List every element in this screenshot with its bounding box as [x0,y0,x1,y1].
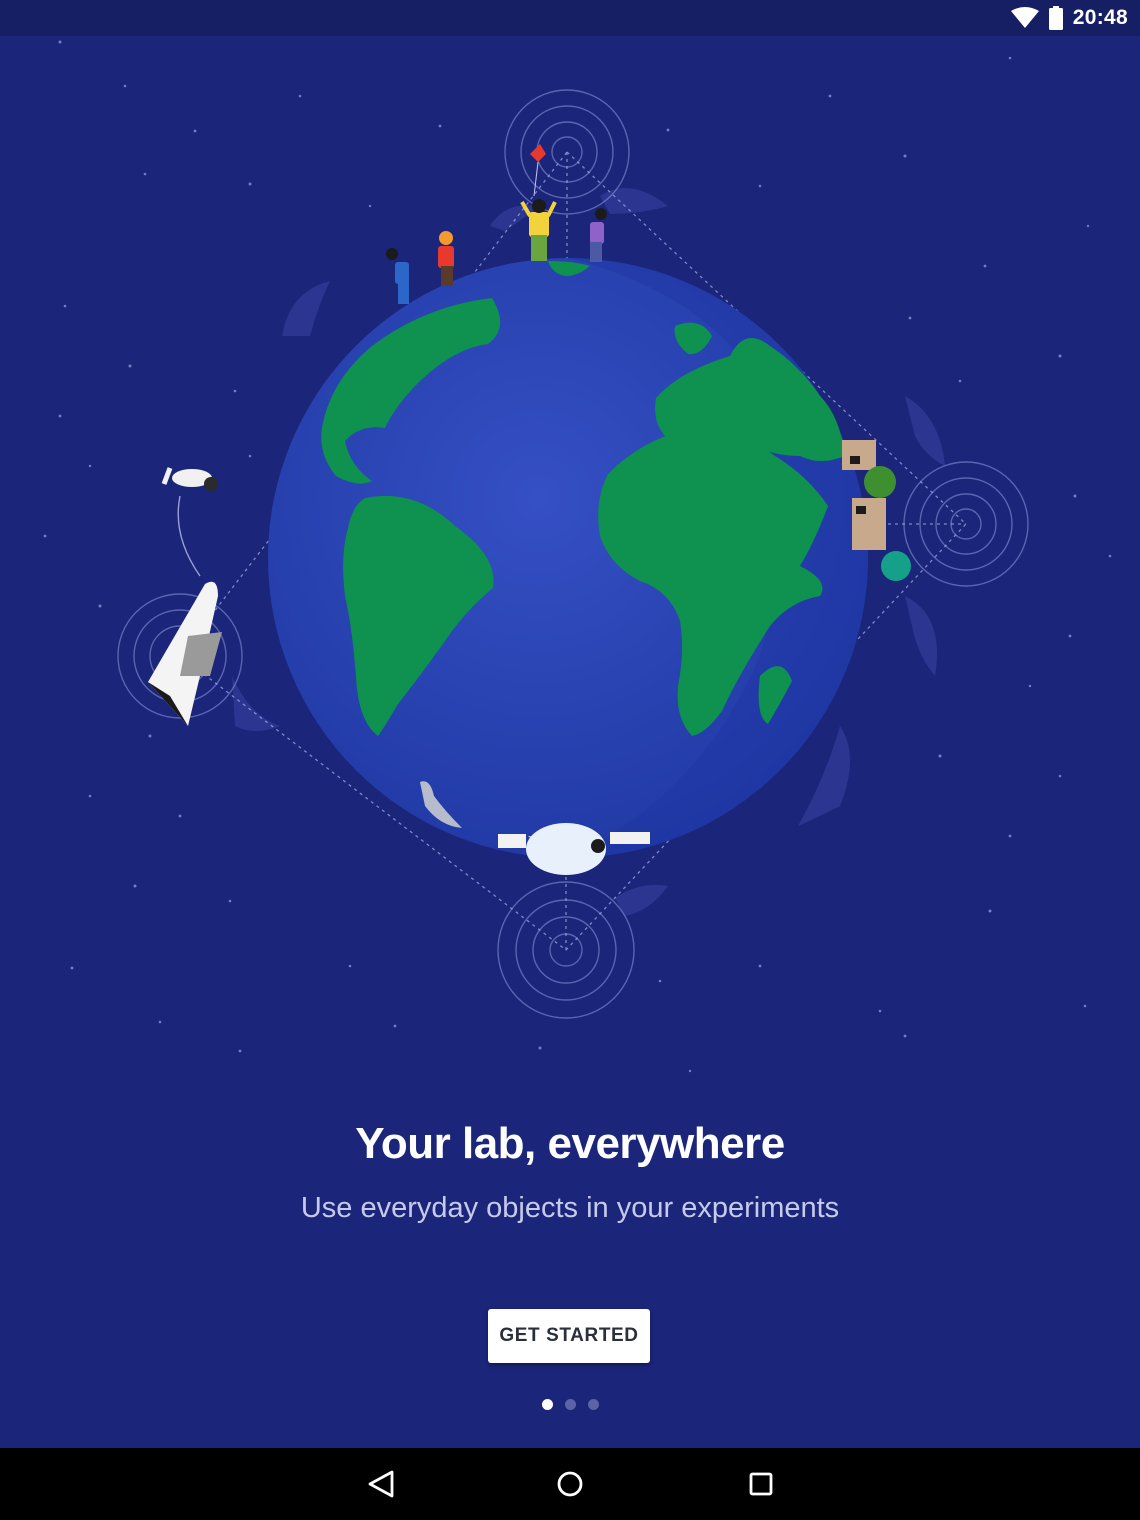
status-bar: 20:48 [0,0,1140,36]
page-indicator [0,1399,1140,1411]
page-subtitle: Use everyday objects in your experiments [300,1192,840,1224]
recents-icon[interactable] [739,1462,783,1506]
page-indicator-dot-1[interactable] [541,1399,553,1410]
earth-illustration [43,40,1112,1073]
back-icon[interactable] [358,1462,402,1506]
page-indicator-dot-2[interactable] [564,1399,576,1410]
navigation-bar [0,1448,1140,1520]
status-time: 20:48 [1072,6,1128,29]
battery-icon [1048,6,1063,30]
space-shuttle [148,581,222,726]
get-started-button[interactable]: GET STARTED [488,1309,650,1363]
globe [268,258,868,858]
astronaut [161,467,218,577]
wifi-icon [1010,7,1039,28]
page-indicator-dot-3[interactable] [587,1399,599,1410]
home-icon[interactable] [548,1462,592,1506]
onboarding-screen: Your lab, everywhere Use everyday object… [0,36,1140,1448]
page-title: Your lab, everywhere [355,1119,785,1168]
